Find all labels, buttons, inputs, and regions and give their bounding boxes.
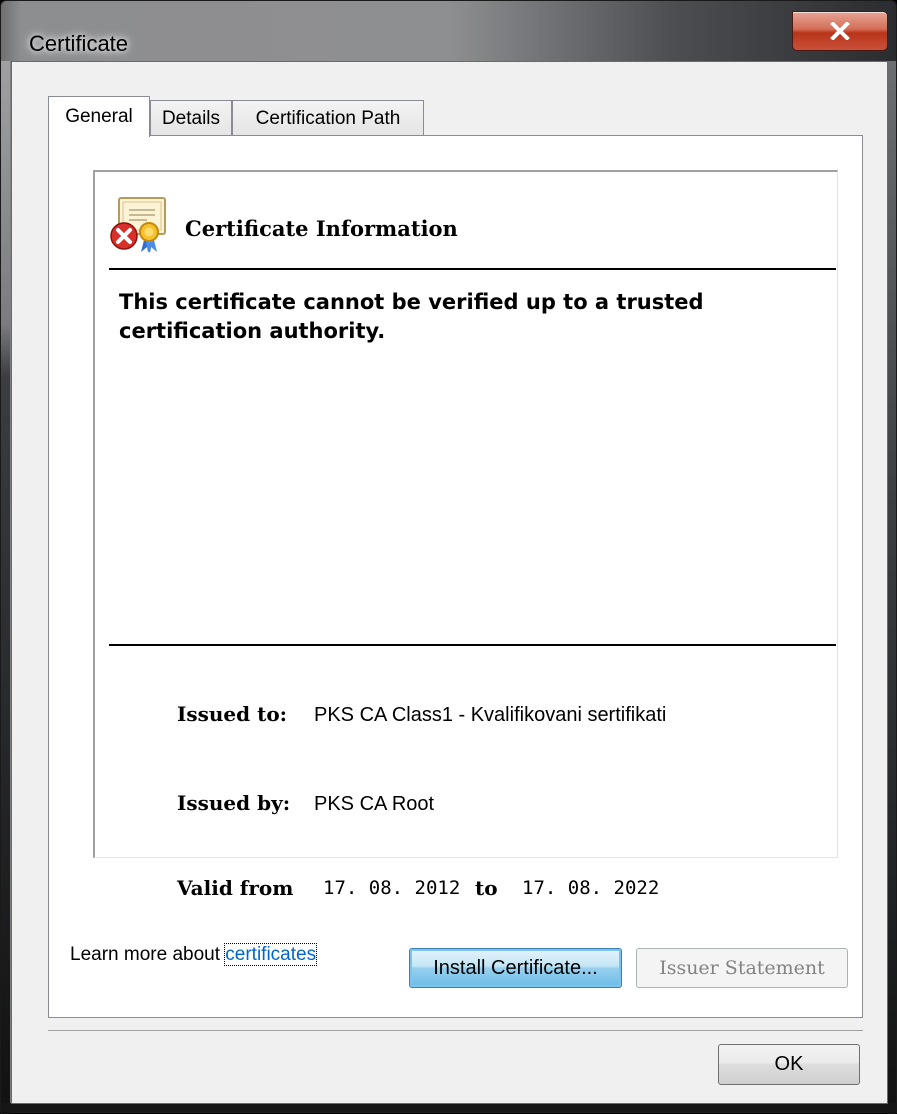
issued-to-value: PKS CA Class1 - Kvalifikovani sertifikat…: [314, 704, 667, 726]
ok-button[interactable]: OK: [718, 1044, 860, 1085]
valid-from-value: 17. 08. 2012: [323, 877, 461, 899]
certificate-error-icon: [110, 197, 166, 253]
issuer-statement-label: Issuer Statement: [659, 957, 825, 979]
footer-divider: [48, 1030, 863, 1031]
tab-general[interactable]: General: [48, 96, 150, 137]
tab-details[interactable]: Details: [150, 100, 232, 136]
window-frame-bottom: [1, 1103, 897, 1112]
tab-general-label: General: [65, 106, 133, 127]
tab-certification-path[interactable]: Certification Path: [232, 100, 424, 136]
window-frame-left: [1, 61, 10, 1114]
certificate-window: Certificate General Details Certificatio…: [0, 0, 897, 1114]
issued-by-label: Issued by:: [177, 791, 291, 815]
details-divider: [109, 644, 836, 646]
window-title: Certificate: [29, 31, 129, 56]
tab-certification-path-label: Certification Path: [255, 107, 401, 129]
certificate-info-heading: Certificate Information: [185, 216, 458, 241]
valid-to-label: to: [475, 876, 498, 900]
close-button[interactable]: [792, 11, 888, 51]
verification-warning: This certificate cannot be verified up t…: [119, 288, 809, 346]
issuer-statement-button: Issuer Statement: [636, 948, 848, 988]
warning-line-2: certification authority.: [119, 319, 386, 343]
certificates-link[interactable]: certificates: [224, 943, 318, 966]
certificate-info-box: Certificate Information This certificate…: [93, 170, 838, 858]
install-certificate-label: Install Certificate...: [433, 956, 598, 979]
heading-divider: [109, 268, 836, 270]
install-certificate-button[interactable]: Install Certificate...: [409, 948, 622, 988]
close-icon: [830, 22, 850, 40]
valid-from-label: Valid from: [177, 876, 294, 900]
learn-more-prefix: Learn more about: [70, 944, 226, 965]
warning-line-1: This certificate cannot be verified up t…: [119, 290, 704, 314]
issued-by-value: PKS CA Root: [314, 793, 435, 815]
dialog-client-area: General Details Certification Path Certi…: [11, 61, 888, 1104]
title-bar[interactable]: Certificate: [1, 1, 897, 61]
general-tab-panel: Certificate Information This certificate…: [48, 135, 863, 1018]
learn-more-text: Learn more about certificates: [70, 943, 318, 966]
ok-label: OK: [774, 1053, 804, 1075]
issued-to-label: Issued to:: [177, 702, 288, 726]
valid-to-value: 17. 08. 2022: [522, 877, 660, 899]
tab-details-label: Details: [161, 107, 221, 129]
window-frame-right: [887, 61, 896, 1114]
